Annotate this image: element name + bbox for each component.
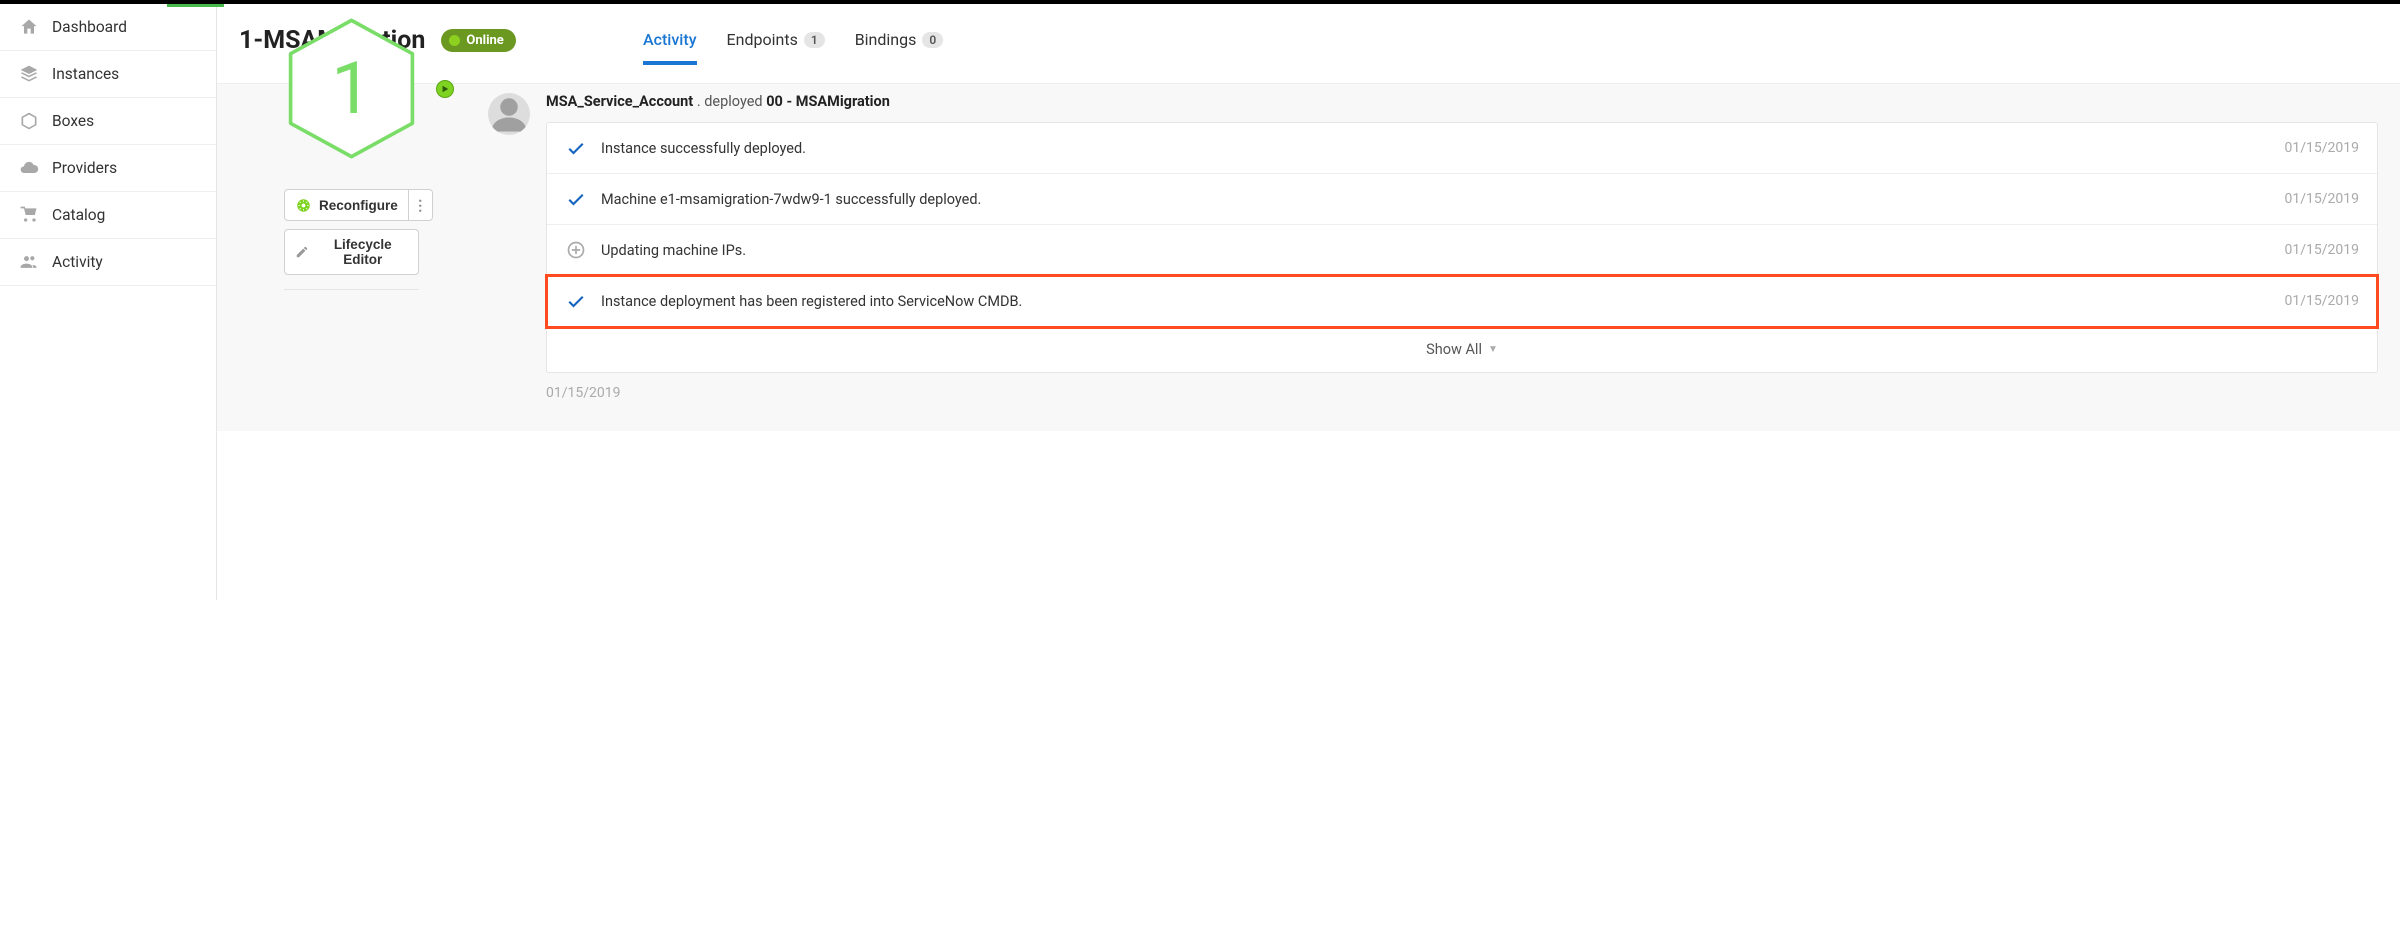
- lifecycle-editor-button[interactable]: Lifecycle Editor: [284, 229, 419, 275]
- log-date: 01/15/2019: [2285, 242, 2360, 258]
- tab-label: Activity: [643, 30, 697, 49]
- log-text: Instance successfully deployed.: [601, 140, 2285, 157]
- log-text: Updating machine IPs.: [601, 242, 2285, 259]
- check-icon: [565, 137, 587, 159]
- log-item[interactable]: Updating machine IPs. 01/15/2019: [547, 225, 2377, 276]
- sidebar-item-label: Activity: [52, 253, 103, 271]
- sidebar-item-label: Dashboard: [52, 18, 127, 36]
- sidebar-item-label: Instances: [52, 65, 119, 83]
- avatar: [488, 93, 530, 135]
- caret-down-icon: ▼: [1488, 344, 1498, 355]
- footer-date: 01/15/2019: [546, 385, 2378, 401]
- show-all-button[interactable]: Show All ▼: [547, 327, 2377, 372]
- hex-number: 1: [331, 46, 371, 131]
- activity-log-panel: Instance successfully deployed. 01/15/20…: [546, 122, 2378, 373]
- people-icon: [18, 251, 40, 273]
- tab-badge: 0: [922, 32, 943, 48]
- divider: [284, 289, 419, 290]
- cloud-icon: [18, 157, 40, 179]
- dots-vertical-icon: ⋮: [413, 202, 427, 209]
- sidebar-item-label: Boxes: [52, 112, 94, 130]
- cart-icon: [18, 204, 40, 226]
- tab-badge: 1: [804, 32, 825, 48]
- button-label: Lifecycle Editor: [317, 237, 408, 267]
- main-content: 1-MSAMigration Online 1: [217, 4, 2400, 600]
- tab-activity[interactable]: Activity: [643, 22, 697, 65]
- log-date: 01/15/2019: [2285, 293, 2360, 309]
- plus-circle-icon: [565, 239, 587, 261]
- sidebar-item-dashboard[interactable]: Dashboard: [0, 4, 216, 51]
- activity-target: 00 - MSAMigration: [766, 93, 890, 110]
- sidebar-item-activity[interactable]: Activity: [0, 239, 216, 286]
- log-item-highlighted[interactable]: Instance deployment has been registered …: [547, 276, 2377, 327]
- log-text: Instance deployment has been registered …: [601, 293, 2285, 310]
- tab-label: Endpoints: [727, 30, 798, 49]
- more-actions-button[interactable]: ⋮: [409, 189, 433, 221]
- tab-endpoints[interactable]: Endpoints 1: [727, 22, 825, 65]
- instance-hex-panel: 1 Reconfigure: [239, 16, 464, 401]
- tabs: Activity Endpoints 1 Bindings 0: [488, 22, 2378, 65]
- button-label: Reconfigure: [319, 198, 398, 213]
- activity-header: MSA_Service_Account . deployed 00 - MSAM…: [546, 93, 2378, 110]
- sidebar-item-label: Catalog: [52, 206, 105, 224]
- play-button[interactable]: [436, 80, 454, 98]
- layers-icon: [18, 63, 40, 85]
- log-date: 01/15/2019: [2285, 191, 2360, 207]
- home-icon: [18, 16, 40, 38]
- sidebar-item-boxes[interactable]: Boxes: [0, 98, 216, 145]
- activity-actor: MSA_Service_Account: [546, 93, 693, 110]
- activity-panel: Activity Endpoints 1 Bindings 0: [488, 84, 2378, 401]
- hexagon-badge: 1: [279, 16, 424, 161]
- cube-icon: [18, 110, 40, 132]
- check-icon: [565, 188, 587, 210]
- activity-verb: deployed: [704, 93, 762, 110]
- tab-bindings[interactable]: Bindings 0: [855, 22, 944, 65]
- sidebar: Dashboard Instances Boxes Providers Cata…: [0, 4, 217, 600]
- sidebar-item-instances[interactable]: Instances: [0, 51, 216, 98]
- reconfigure-button[interactable]: Reconfigure: [284, 189, 409, 221]
- log-item[interactable]: Machine e1-msamigration-7wdw9-1 successf…: [547, 174, 2377, 225]
- top-accent-bar: [167, 4, 224, 7]
- check-icon: [565, 290, 587, 312]
- log-item[interactable]: Instance successfully deployed. 01/15/20…: [547, 123, 2377, 174]
- sidebar-item-label: Providers: [52, 159, 117, 177]
- sidebar-item-catalog[interactable]: Catalog: [0, 192, 216, 239]
- sidebar-item-providers[interactable]: Providers: [0, 145, 216, 192]
- log-date: 01/15/2019: [2285, 140, 2360, 156]
- show-all-label: Show All: [1426, 341, 1482, 358]
- pencil-icon: [295, 244, 309, 260]
- gear-icon: [295, 197, 311, 213]
- log-text: Machine e1-msamigration-7wdw9-1 successf…: [601, 191, 2285, 208]
- tab-label: Bindings: [855, 30, 917, 49]
